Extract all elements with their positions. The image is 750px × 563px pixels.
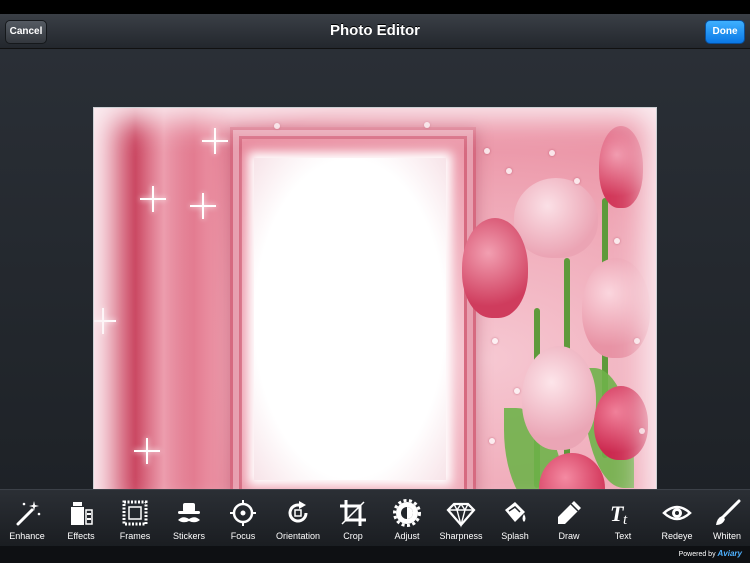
- pencil-icon: [558, 501, 581, 524]
- tool-sharpness[interactable]: Sharpness: [434, 490, 488, 547]
- tool-label: Enhance: [9, 531, 45, 541]
- tool-label: Whiten: [712, 531, 741, 541]
- crosshair-icon: [230, 500, 256, 526]
- photo-preview[interactable]: [93, 107, 657, 527]
- tool-redeye[interactable]: Redeye: [650, 490, 704, 547]
- magic-wand-icon: [16, 501, 41, 526]
- tool-effects[interactable]: Effects: [54, 490, 108, 547]
- tool-label: Sharpness: [439, 531, 483, 541]
- page-title: Photo Editor: [330, 22, 420, 39]
- tool-label: Effects: [67, 531, 95, 541]
- tool-label: Draw: [558, 531, 580, 541]
- tool-label: Splash: [501, 531, 529, 541]
- powered-by: Powered by Aviary: [679, 549, 742, 558]
- effects-icon: [71, 502, 93, 525]
- navigation-bar: Cancel Photo Editor Done: [0, 14, 750, 49]
- tool-focus[interactable]: Focus: [216, 490, 270, 547]
- tool-label: Redeye: [661, 531, 693, 541]
- tool-crop[interactable]: Crop: [326, 490, 380, 547]
- mustache-hat-icon: [178, 503, 200, 523]
- tool-label: Focus: [230, 531, 256, 541]
- tool-label: Orientation: [275, 531, 321, 541]
- gear-adjust-icon: [393, 499, 421, 527]
- tool-stickers[interactable]: Stickers: [162, 490, 216, 547]
- photo-vignette: [94, 108, 656, 526]
- tool-enhance[interactable]: Enhance: [0, 490, 54, 547]
- frame-icon: [122, 500, 148, 526]
- tool-label: Adjust: [394, 531, 420, 541]
- tool-label: Crop: [343, 531, 363, 541]
- tool-adjust[interactable]: Adjust: [380, 490, 434, 547]
- tool-label: Frames: [119, 531, 151, 541]
- paint-bucket-icon: [505, 502, 526, 522]
- tool-frames[interactable]: Frames: [108, 490, 162, 547]
- tool-whiten[interactable]: Whiten: [704, 490, 750, 547]
- svg-text:t: t: [623, 512, 628, 528]
- tool-splash[interactable]: Splash: [488, 490, 542, 547]
- tool-label: Stickers: [172, 531, 205, 541]
- tool-draw[interactable]: Draw: [542, 490, 596, 547]
- text-icon: T t: [610, 501, 628, 528]
- done-button[interactable]: Done: [705, 20, 745, 44]
- tool-bar: Enhance Effects Frames Stickers Focus Or…: [0, 489, 750, 547]
- aviary-logo: Aviary: [717, 549, 742, 558]
- tool-text[interactable]: T t Text: [596, 490, 650, 547]
- editor-canvas: [0, 49, 750, 527]
- tool-orientation[interactable]: Orientation: [270, 490, 326, 547]
- rotate-icon: [288, 501, 308, 523]
- tool-label: Text: [614, 531, 632, 541]
- powered-by-label: Powered by: [678, 551, 716, 558]
- brush-icon: [716, 499, 741, 525]
- status-bar: [0, 0, 750, 14]
- footer-bar: Powered by Aviary: [0, 546, 750, 563]
- crop-icon: [340, 500, 366, 526]
- eye-icon: [662, 505, 692, 521]
- diamond-icon: [446, 502, 476, 528]
